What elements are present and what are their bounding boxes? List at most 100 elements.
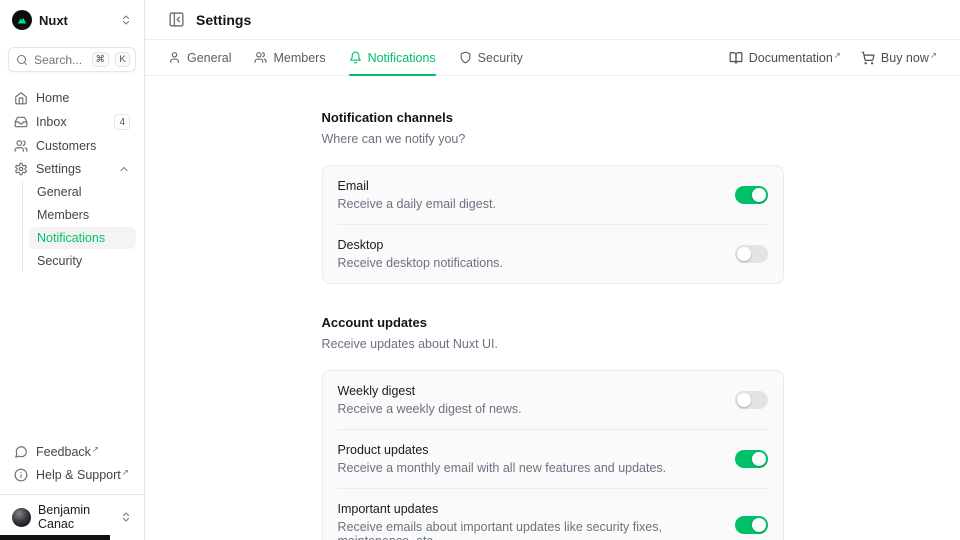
gear-icon <box>14 162 28 176</box>
inbox-count-badge: 4 <box>114 114 130 130</box>
setting-text: Product updates Receive a monthly email … <box>338 443 721 475</box>
tab-security[interactable]: Security <box>459 40 523 75</box>
toggle-knob <box>737 247 751 261</box>
sidebar-item-label: Inbox <box>36 115 106 129</box>
sidebar: Nuxt Search... ⌘ K Home <box>0 0 145 540</box>
external-link-icon: ↗ <box>834 50 841 60</box>
user-icon <box>168 51 181 64</box>
settings-column: Notification channels Where can we notif… <box>322 76 784 540</box>
product-updates-toggle[interactable] <box>735 450 768 468</box>
search-icon <box>16 54 28 66</box>
shopping-cart-icon <box>861 51 875 65</box>
sidebar-item-home[interactable]: Home <box>8 87 136 109</box>
inbox-icon <box>14 115 28 129</box>
section-title: Notification channels <box>322 110 784 125</box>
sidebar-item-inbox[interactable]: Inbox 4 <box>8 110 136 134</box>
feedback-link[interactable]: Feedback↗ <box>8 441 136 463</box>
desktop-toggle[interactable] <box>735 245 768 263</box>
setting-title: Important updates <box>338 502 721 516</box>
toggle-knob <box>752 188 766 202</box>
setting-text: Email Receive a daily email digest. <box>338 179 721 211</box>
tab-label: Notifications <box>368 51 436 65</box>
setting-row-weekly-digest: Weekly digest Receive a weekly digest of… <box>323 371 783 429</box>
toggle-knob <box>752 518 766 532</box>
workspace-name: Nuxt <box>39 13 113 28</box>
sidebar-item-label: Home <box>36 91 130 105</box>
toggle-knob <box>752 452 766 466</box>
sidebar-nav: Home Inbox 4 Customers Settings <box>8 87 136 272</box>
sidebar-spacer <box>8 272 136 426</box>
weekly-digest-toggle[interactable] <box>735 391 768 409</box>
tab-label: General <box>187 51 231 65</box>
workspace-switcher[interactable]: Nuxt <box>8 8 136 32</box>
settings-subnav: General Members Notifications Security <box>22 181 136 272</box>
setting-row-email: Email Receive a daily email digest. <box>323 166 783 224</box>
tab-general[interactable]: General <box>168 40 231 75</box>
tab-notifications[interactable]: Notifications <box>349 40 436 75</box>
external-link-icon: ↗ <box>122 467 129 477</box>
section-title: Account updates <box>322 315 784 330</box>
book-open-icon <box>729 51 743 65</box>
tab-members[interactable]: Members <box>254 40 325 75</box>
users-icon <box>254 51 267 64</box>
user-menu[interactable]: Benjamin Canac <box>8 495 136 540</box>
external-link-icon: ↗ <box>930 50 937 60</box>
setting-text: Desktop Receive desktop notifications. <box>338 238 721 270</box>
setting-text: Important updates Receive emails about i… <box>338 502 721 540</box>
tabbar-actions: Documentation↗ Buy now↗ <box>729 40 937 75</box>
user-avatar <box>12 508 31 527</box>
email-toggle[interactable] <box>735 186 768 204</box>
setting-title: Product updates <box>338 443 721 457</box>
important-updates-toggle[interactable] <box>735 516 768 534</box>
chevron-up-icon <box>118 163 130 175</box>
sidebar-item-customers[interactable]: Customers <box>8 135 136 157</box>
setting-description: Receive a weekly digest of news. <box>338 402 721 416</box>
setting-title: Desktop <box>338 238 721 252</box>
app-window: Nuxt Search... ⌘ K Home <box>0 0 960 540</box>
setting-description: Receive desktop notifications. <box>338 256 721 270</box>
user-name: Benjamin Canac <box>38 503 113 531</box>
section-subtitle: Where can we notify you? <box>322 132 784 146</box>
feedback-label: Feedback↗ <box>36 445 130 459</box>
help-support-label: Help & Support↗ <box>36 468 130 482</box>
page-header: Settings <box>145 0 960 40</box>
chevrons-up-down-icon <box>120 511 132 523</box>
search-placeholder: Search... <box>34 53 86 67</box>
main-panel: Settings General Members Notifications <box>145 0 960 540</box>
documentation-label: Documentation↗ <box>749 51 841 65</box>
setting-description: Receive a daily email digest. <box>338 197 721 211</box>
setting-row-important-updates: Important updates Receive emails about i… <box>323 489 783 540</box>
setting-title: Email <box>338 179 721 193</box>
nuxt-logo-icon <box>12 10 32 30</box>
settings-content: Notification channels Where can we notif… <box>145 76 960 540</box>
setting-row-product-updates: Product updates Receive a monthly email … <box>323 430 783 488</box>
sidebar-item-general[interactable]: General <box>29 181 136 203</box>
buy-now-link[interactable]: Buy now↗ <box>861 51 937 65</box>
tab-label: Security <box>478 51 523 65</box>
sidebar-footer-links: Feedback↗ Help & Support↗ <box>8 441 136 486</box>
sidebar-item-members[interactable]: Members <box>29 204 136 226</box>
external-link-icon: ↗ <box>92 444 99 454</box>
chevrons-up-down-icon <box>120 14 132 26</box>
settings-tabbar: General Members Notifications Security <box>145 40 960 76</box>
kbd-cmd: ⌘ <box>92 52 110 67</box>
search-input[interactable]: Search... ⌘ K <box>8 47 136 72</box>
toggle-knob <box>737 393 751 407</box>
setting-description: Receive emails about important updates l… <box>338 520 721 540</box>
sidebar-item-security[interactable]: Security <box>29 250 136 272</box>
section-subtitle: Receive updates about Nuxt UI. <box>322 337 784 351</box>
shield-icon <box>459 51 472 64</box>
setting-title: Weekly digest <box>338 384 721 398</box>
message-circle-icon <box>14 445 28 459</box>
help-support-link[interactable]: Help & Support↗ <box>8 464 136 486</box>
sidebar-item-settings[interactable]: Settings <box>8 158 136 180</box>
bell-icon <box>349 51 362 64</box>
documentation-link[interactable]: Documentation↗ <box>729 51 841 65</box>
collapse-sidebar-button[interactable] <box>168 11 185 28</box>
page-title: Settings <box>196 12 251 28</box>
info-circle-icon <box>14 468 28 482</box>
section-account-updates: Account updates Receive updates about Nu… <box>322 315 784 540</box>
settings-card: Weekly digest Receive a weekly digest of… <box>322 370 784 540</box>
sidebar-item-label: Customers <box>36 139 130 153</box>
sidebar-item-notifications[interactable]: Notifications <box>29 227 136 249</box>
